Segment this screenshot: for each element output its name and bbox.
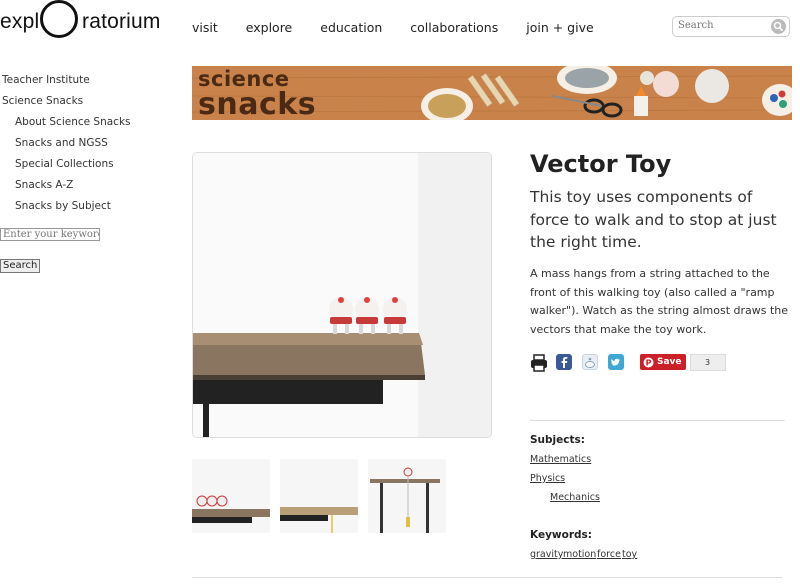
subject-link-mathematics[interactable]: Mathematics [530,454,591,465]
nav-join-give[interactable]: join + give [526,20,593,35]
sidebar-item-science-snacks[interactable]: Science Snacks [0,91,180,112]
logo-text-left: expl [0,10,40,33]
thumbnail-2-image [280,459,358,533]
nav-education[interactable]: education [320,20,382,35]
sidebar-item-special-collections[interactable]: Special Collections [0,154,180,175]
lead-text: This toy uses components of force to wal… [530,188,777,251]
divider [530,420,785,421]
twitter-icon[interactable] [608,354,624,370]
thumbnail-1[interactable] [192,459,270,533]
keyword-search-button[interactable]: Search [0,259,41,273]
exploratorium-logo[interactable]: expl ratorium [0,0,160,46]
subject-link-physics[interactable]: Physics [530,473,565,484]
pinterest-count: 3 [689,353,726,371]
pinterest-save-label: Save [657,357,682,367]
nav-visit[interactable]: visit [192,20,218,35]
keyword-link-force[interactable]: force [597,549,621,560]
keyword-link-toy[interactable]: toy [622,549,637,560]
thumbnail-3[interactable] [368,459,446,533]
walking-toy-photo [193,153,491,437]
science-snacks-banner[interactable]: science snacks [192,66,792,120]
reddit-icon[interactable] [582,354,598,370]
facebook-icon[interactable] [556,354,572,370]
sidebar-item-snacks-a-z[interactable]: Snacks A-Z [0,175,180,196]
print-icon[interactable] [530,354,547,372]
pinterest-icon: P [643,357,654,367]
subjects-label: Subjects: [530,434,585,446]
banner-title-line2: snacks [198,87,317,120]
thumbnail-3-image [368,459,446,533]
svg-text:P: P [646,358,652,367]
nav-explore[interactable]: explore [246,20,292,35]
sidebar-item-teacher-institute[interactable]: Teacher Institute [0,70,180,91]
thumbnail-1-image [192,459,270,533]
search-input[interactable] [678,20,768,31]
hero-image[interactable] [192,152,492,438]
keywords-label: Keywords: [530,529,592,541]
logo-text-right: ratorium [82,10,161,33]
share-bar: P Save 3 [530,352,726,372]
search-button[interactable] [771,19,786,34]
pinterest-save-button[interactable]: P Save [640,354,686,370]
site-search [672,16,790,37]
main-nav: visit explore education collaborations j… [192,20,622,35]
description-text: A mass hangs from a string attached to t… [530,267,789,336]
footer-divider [192,577,782,578]
sidebar-item-snacks-and-ngss[interactable]: Snacks and NGSS [0,133,180,154]
page-title: Vector Toy [530,150,672,178]
banner-title: science snacks [198,68,316,120]
sidebar-item-snacks-by-subject[interactable]: Snacks by Subject [0,196,180,217]
sidebar-nav: Teacher Institute Science Snacks About S… [0,70,180,217]
subject-link-mechanics[interactable]: Mechanics [550,492,600,503]
keyword-link-gravity[interactable]: gravity [530,549,563,560]
thumbnail-2[interactable] [280,459,358,533]
keyword-input[interactable] [0,228,100,241]
search-icon [773,21,784,32]
nav-collaborations[interactable]: collaborations [410,20,498,35]
logo-ring [40,0,78,38]
sidebar-item-about-science-snacks[interactable]: About Science Snacks [0,112,180,133]
keyword-link-motion[interactable]: motion [563,549,596,560]
